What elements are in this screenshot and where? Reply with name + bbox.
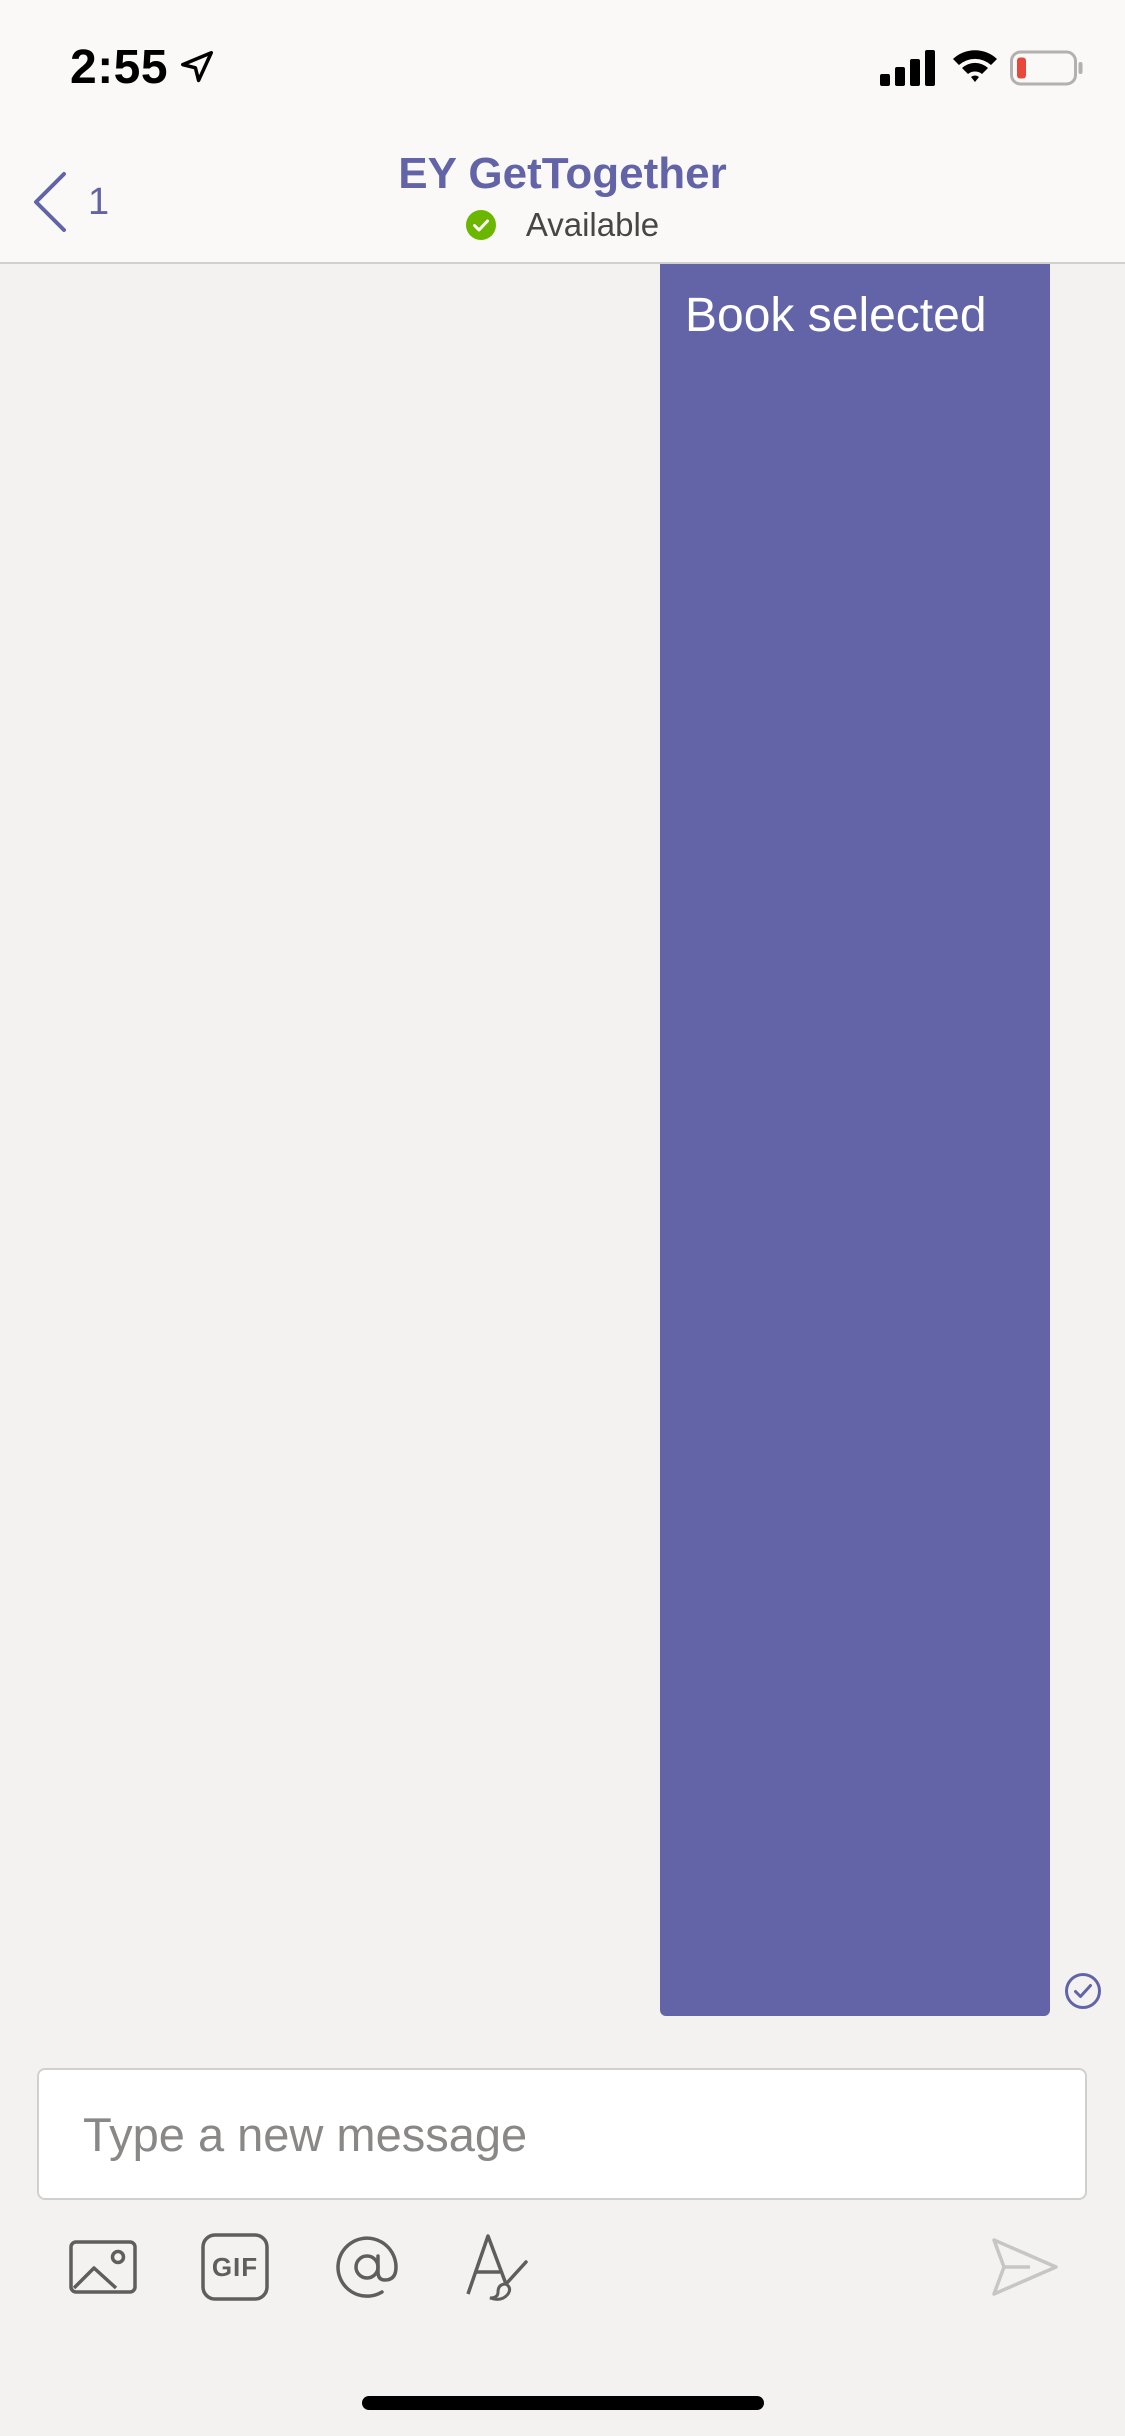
battery-icon xyxy=(1010,50,1083,86)
send-icon xyxy=(992,2238,1058,2296)
image-button[interactable] xyxy=(68,2232,138,2302)
signal-icon xyxy=(880,50,935,86)
compose-box[interactable] xyxy=(37,2068,1087,2200)
message-text: Book selected xyxy=(685,289,987,342)
chat-title[interactable]: EY GetTogether xyxy=(0,146,1125,202)
status-bar: 2:55 xyxy=(0,0,1125,132)
status-time: 2:55 xyxy=(70,41,169,94)
wifi-icon xyxy=(953,50,997,82)
home-indicator[interactable] xyxy=(362,2396,764,2410)
send-button[interactable] xyxy=(990,2232,1060,2302)
message-bubble[interactable]: Book selected xyxy=(660,264,1050,2016)
read-receipt-icon xyxy=(1065,1973,1101,2009)
message-list[interactable]: Book selected xyxy=(0,264,1125,2064)
gif-button[interactable]: GIF xyxy=(200,2232,270,2302)
at-mention-icon xyxy=(336,2236,398,2298)
chat-header: 1 EY GetTogether Available xyxy=(0,132,1125,264)
presence-status: Available xyxy=(0,206,1125,244)
location-arrow-icon xyxy=(181,51,213,83)
gif-icon: GIF xyxy=(200,2232,270,2302)
gif-label: GIF xyxy=(211,2251,259,2282)
mention-button[interactable] xyxy=(332,2232,402,2302)
message-input[interactable] xyxy=(83,2070,1043,2198)
format-button[interactable] xyxy=(462,2232,532,2302)
format-icon xyxy=(466,2234,528,2301)
presence-label: Available xyxy=(525,206,660,243)
image-icon xyxy=(69,2240,137,2294)
presence-check-icon xyxy=(465,210,496,240)
